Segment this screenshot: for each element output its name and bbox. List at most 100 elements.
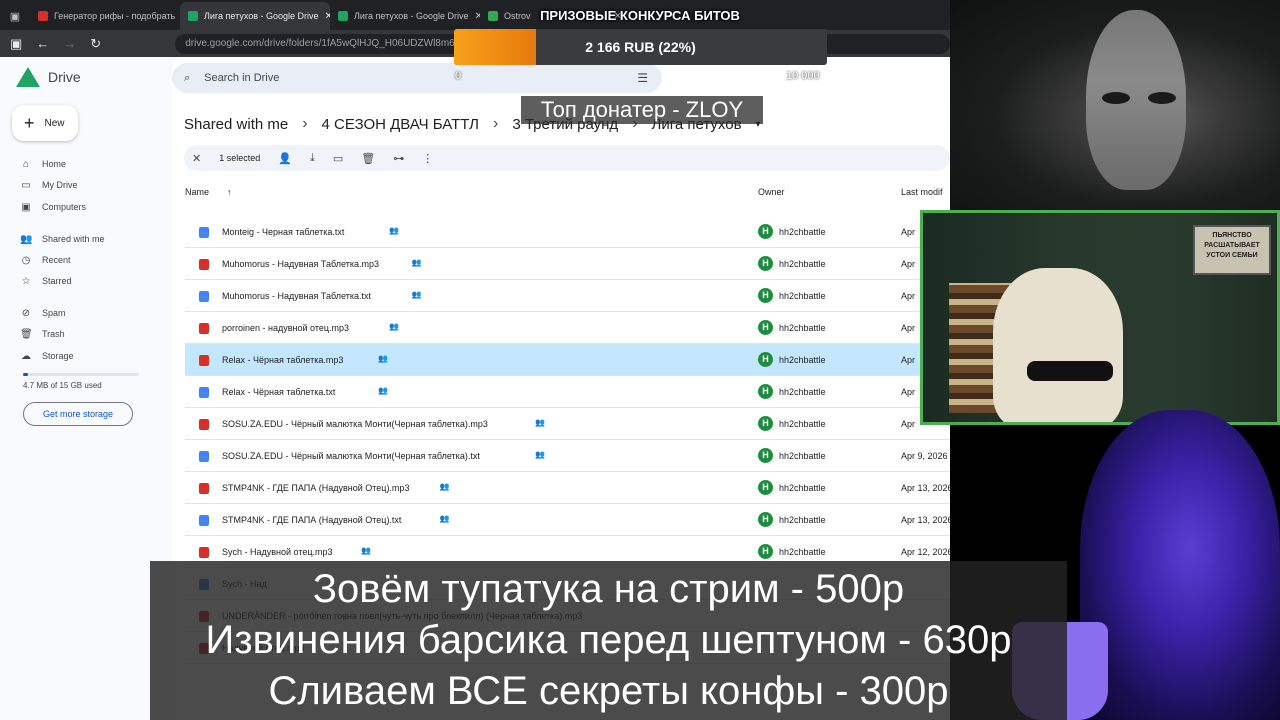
shared-icon: 👥: [535, 418, 545, 427]
sidebar-item-starred[interactable]: ☆ Starred: [20, 274, 72, 288]
search-options-icon[interactable]: ☰: [637, 71, 648, 85]
breadcrumb-item[interactable]: 4 СЕЗОН ДВАЧ БАТТЛ: [322, 116, 479, 133]
sidebar-item-my-drive[interactable]: ▭ My Drive: [20, 178, 77, 192]
file-owner: hh2chbattle: [779, 227, 826, 237]
sidebar-item-home[interactable]: ⌂ Home: [20, 157, 66, 171]
owner-avatar: H: [758, 320, 773, 335]
sidebar-item-computers[interactable]: ▣ Computers: [20, 200, 86, 214]
file-modified: Apr: [901, 387, 916, 397]
search-input[interactable]: ⌕ Search in Drive ☰: [172, 63, 662, 93]
clear-selection-icon[interactable]: ✕: [192, 152, 201, 165]
selection-toolbar: ✕ 1 selected 👤 ⤓ ▭ 🗑 ⊶ ⋮: [184, 145, 950, 171]
document-file-icon: [199, 387, 209, 398]
storage-bar-fill: [23, 373, 28, 376]
sunglasses: [1027, 361, 1113, 381]
breadcrumb-item[interactable]: Shared with me: [184, 116, 288, 133]
owner-avatar: H: [758, 416, 773, 431]
top-donator: Топ донатер - ZLOY: [521, 96, 763, 124]
table-row[interactable]: SOSU.ZA.EDU - Чёрный малютка Монти(Черна…: [185, 408, 950, 440]
table-row[interactable]: porroinen - надувной отец.mp3 👥 Hhh2chbatt…: [185, 312, 950, 344]
trash-icon[interactable]: 🗑: [361, 152, 375, 165]
browser-tab[interactable]: Лига петухов - Google Drive ✕: [180, 2, 330, 30]
tab-favicon-icon: [338, 11, 348, 21]
nav-icon: 🗑: [20, 328, 33, 340]
file-name: porroinen - надувной отец.mp3: [222, 323, 350, 333]
back-icon[interactable]: ←: [36, 36, 49, 51]
browser-tab[interactable]: Генератор рифы - подобрать✕: [30, 2, 180, 30]
table-row[interactable]: SOSU.ZA.EDU - Чёрный малютка Монти(Черна…: [185, 440, 950, 472]
file-name: SOSU.ZA.EDU - Чёрный малютка Монти(Черна…: [222, 419, 488, 429]
owner-avatar: H: [758, 352, 773, 367]
table-row[interactable]: Muhomorus - Надувная Таблетка.mp3 👥 Hhh2ch…: [185, 248, 950, 280]
table-row[interactable]: Relax - Чёрная таблетка.txt 👥 Hhh2chbattle…: [185, 376, 950, 408]
file-owner: hh2chbattle: [779, 483, 826, 493]
sort-arrow-icon[interactable]: ↑: [227, 187, 232, 197]
file-modified: Apr: [901, 227, 916, 237]
column-owner[interactable]: Owner: [758, 187, 785, 197]
sidebar-item-label: Recent: [42, 255, 71, 265]
nav-icon: ☁: [21, 350, 31, 362]
sidebar-item-recent[interactable]: ◷ Recent: [20, 253, 71, 267]
file-name: STMP4NK - ГДЕ ПАПА (Надувной Отец).mp3: [222, 483, 410, 493]
head-wrap: [993, 268, 1123, 422]
stream-frame: ▣ Генератор рифы - подобрать✕Лига петухо…: [0, 0, 1280, 720]
search-icon: ⌕: [184, 71, 191, 84]
more-actions-icon[interactable]: ⋮: [422, 152, 433, 165]
sidebar-item-storage[interactable]: ☁ Storage: [20, 349, 74, 363]
tab-search-icon[interactable]: ▣: [0, 2, 30, 30]
table-row[interactable]: STMP4NK - ГДЕ ПАПА (Надувной Отец).txt 👥 H…: [185, 504, 950, 536]
share-icon[interactable]: 👤: [278, 152, 292, 165]
nav-icon: ⊘: [21, 307, 31, 319]
nav-icon: ◷: [21, 254, 31, 266]
sidebar-item-shared-with-me[interactable]: 👥 Shared with me: [20, 232, 105, 246]
sidebar-item-trash[interactable]: 🗑 Trash: [20, 327, 65, 341]
file-name: Monteig - Черная таблетка.txt: [222, 227, 345, 237]
drive-logo[interactable]: Drive: [16, 67, 81, 87]
file-name: SOSU.ZA.EDU - Чёрный малютка Монти(Черна…: [222, 451, 480, 461]
link-icon[interactable]: ⊶: [393, 152, 404, 165]
file-name: Muhomorus - Надувная Таблетка.mp3: [222, 259, 379, 269]
new-button[interactable]: + New: [12, 105, 78, 141]
drive-app-name: Drive: [48, 69, 81, 85]
download-icon[interactable]: ⤓: [310, 152, 315, 165]
nav-icon: ▣: [21, 201, 31, 213]
table-row[interactable]: Muhomorus - Надувная Таблетка.txt 👥 Hhh2ch…: [185, 280, 950, 312]
new-button-label: New: [44, 117, 65, 129]
file-owner: hh2chbattle: [779, 323, 826, 333]
audio-file-icon: [199, 259, 209, 270]
forward-icon[interactable]: →: [63, 36, 76, 51]
table-row[interactable]: Relax - Чёрная таблетка.mp3 👥 Hhh2chbattle…: [185, 344, 950, 376]
streamer-figure: [1080, 410, 1280, 720]
owner-avatar: H: [758, 224, 773, 239]
mask-eye: [1102, 92, 1130, 104]
document-file-icon: [199, 451, 209, 462]
file-modified: Apr 12, 2026 hh2chbattle: [901, 547, 950, 557]
donation-goal-title: ПРИЗОВЫЕ КОНКУРСА БИТОВ: [540, 8, 740, 23]
nav-icon: ▭: [21, 179, 31, 191]
file-owner: hh2chbattle: [779, 291, 826, 301]
sidebar-item-label: Home: [42, 159, 67, 169]
sidebar-item-label: Shared with me: [42, 234, 105, 244]
donation-item: Сливаем ВСЕ секреты конфы - 300р: [268, 669, 949, 713]
table-row[interactable]: Monteig - Черная таблетка.txt 👥 Hhh2chbatt…: [185, 216, 950, 248]
plus-icon: +: [24, 113, 35, 133]
document-file-icon: [199, 227, 209, 238]
reload-icon[interactable]: ↻: [90, 36, 101, 52]
sidebar-toggle-icon[interactable]: ▣: [10, 36, 22, 52]
column-name[interactable]: Name: [185, 187, 209, 197]
sidebar-item-label: Computers: [42, 202, 87, 212]
shared-icon: 👥: [439, 482, 450, 491]
breadcrumb-separator-icon: ›: [492, 115, 499, 132]
progress-max: 10 000: [786, 70, 820, 82]
move-icon[interactable]: ▭: [333, 152, 343, 165]
sidebar-item-spam[interactable]: ⊘ Spam: [20, 306, 66, 320]
table-row[interactable]: STMP4NK - ГДЕ ПАПА (Надувной Отец).mp3 👥 H…: [185, 472, 950, 504]
audio-file-icon: [199, 419, 209, 430]
column-modified[interactable]: Last modif: [901, 187, 943, 197]
sidebar-item-label: Starred: [42, 276, 72, 286]
owner-avatar: H: [758, 480, 773, 495]
wall-sign: ПЬЯНСТВО РАСШАТЫВАЕТ УСТОИ СЕМЬИ: [1193, 225, 1271, 275]
get-more-storage-button[interactable]: Get more storage: [23, 402, 133, 426]
document-file-icon: [199, 291, 209, 302]
progress-min: 0: [455, 70, 462, 82]
